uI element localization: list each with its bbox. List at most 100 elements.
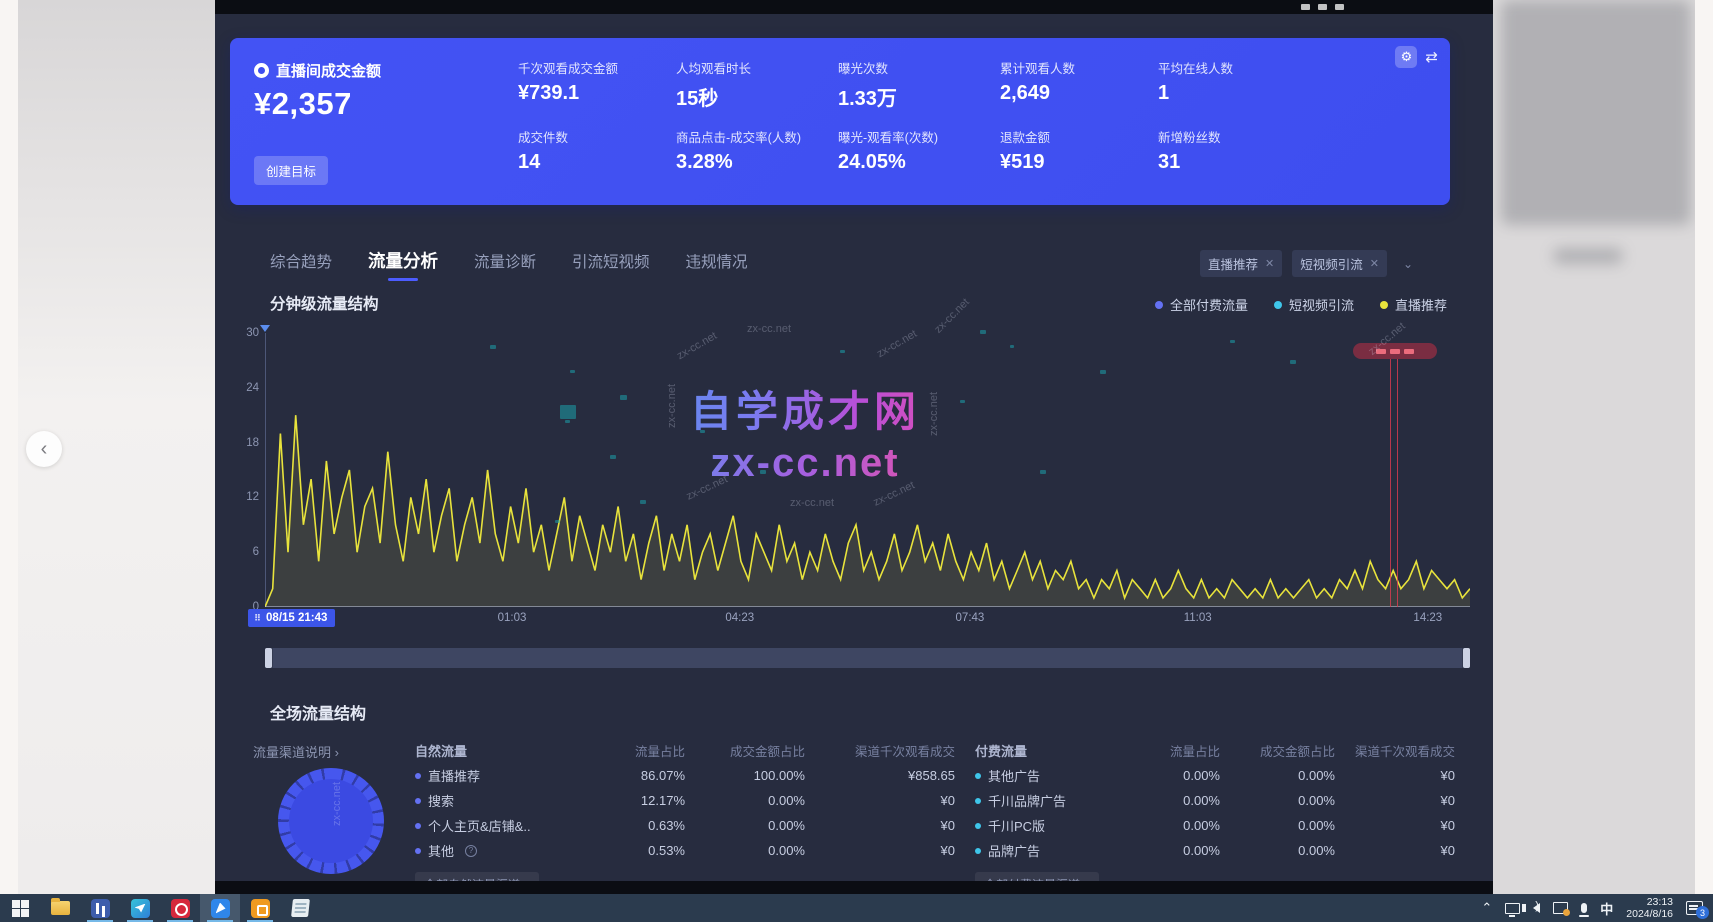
channel-label: 千川PC版 [975,816,1125,835]
table-row: 其他?0.53%0.00%¥0 [415,838,955,863]
swap-icon[interactable]: ⇄ [1425,48,1438,66]
tab-流量分析[interactable]: 流量分析 [368,248,438,281]
chip-remove-icon[interactable]: ✕ [1370,257,1379,270]
traffic-column-header: 流量占比 [590,741,685,760]
tab-违规情况[interactable]: 违规情况 [686,250,748,280]
kpi-metric-value: 24.05% [838,151,1000,174]
app-orange-icon [251,899,270,918]
kpi-banner: 直播间成交金额 ¥2,357 创建目标 千次观看成交金额¥739.1人均观看时长… [230,38,1450,205]
minute-chart-title: 分钟级流量结构 [270,292,379,314]
channel-value: 0.00% [1220,818,1335,833]
ime-indicator[interactable]: 中 [1600,899,1613,918]
channel-label: 品牌广告 [975,841,1125,860]
page-right-band [1493,0,1695,894]
taskbar-notepad[interactable] [280,894,320,922]
tab-引流短视频[interactable]: 引流短视频 [572,250,650,280]
channel-value: 0.00% [1220,768,1335,783]
chip-remove-icon[interactable]: ✕ [1265,257,1274,270]
microphone-icon[interactable] [1581,903,1587,913]
table-row: 品牌广告0.00%0.00%¥0 [975,838,1455,863]
legend-item[interactable]: 直播推荐 [1380,295,1447,314]
back-arrow-button[interactable]: ‹ [26,431,62,467]
taskbar-app-2[interactable] [120,894,160,922]
traffic-column-header: 流量占比 [1125,741,1220,760]
legend-dot-icon [1155,301,1163,309]
tray-expand-icon[interactable]: ⌃ [1481,900,1492,916]
traffic-line-chart [265,333,1470,607]
legend-item[interactable]: 全部付费流量 [1155,295,1248,314]
slider-handle-right[interactable] [1463,648,1470,668]
kpi-metric-label: 曝光-观看率(次数) [838,127,1000,146]
notification-center-icon[interactable]: 3 [1686,901,1703,915]
taskbar-app-1[interactable] [80,894,120,922]
create-goal-button[interactable]: 创建目标 [254,156,328,185]
channel-value: ¥0 [1335,843,1455,858]
speaker-icon[interactable] [1533,903,1540,913]
channel-dot-icon [975,823,981,829]
channel-name: 千川品牌广告 [988,791,1066,810]
minute-traffic-chart [265,333,1470,607]
kpi-metric: 千次观看成交金额¥739.1 [518,58,676,111]
kpi-metric-value: 15秒 [676,82,838,111]
channel-dot-icon [415,823,421,829]
legend-dot-icon [1274,301,1282,309]
channel-filter-chips: 直播推荐 ✕ 短视频引流 ✕ ⌄ [1200,250,1419,277]
stream-end-marker-line [1390,359,1391,607]
channel-value: 12.17% [590,793,685,808]
notification-badge: 3 [1696,906,1709,919]
x-tick-label: 11:03 [1184,612,1212,624]
slider-handle-left[interactable] [265,648,272,668]
topbar-mini-icon [1335,4,1344,10]
kpi-metric-value: 14 [518,151,676,174]
taskbar-file-explorer[interactable] [40,894,80,922]
x-axis-line [265,606,1470,607]
traffic-group-title: 自然流量 [415,741,590,760]
paid-traffic-table: 付费流量流量占比成交金额占比渠道千次观看成交其他广告0.00%0.00%¥0千川… [975,738,1455,894]
channel-name: 千川PC版 [988,816,1045,835]
help-icon[interactable]: ? [465,845,477,857]
taskbar-app-4-active[interactable] [200,894,240,922]
channel-note-link[interactable]: 流量渠道说明 › [253,742,339,761]
x-tick-start-handle[interactable]: ⠿08/15 21:43 [248,609,335,627]
table-row: 千川品牌广告0.00%0.00%¥0 [975,788,1455,813]
slider-selected-range[interactable] [273,648,1462,668]
start-button[interactable] [0,894,40,922]
topbar-mini-icon [1318,4,1327,10]
kpi-metric: 累计观看人数2,649 [1000,58,1158,111]
channel-name: 品牌广告 [988,841,1040,860]
kpi-metric-label: 千次观看成交金额 [518,58,676,77]
chip-label: 直播推荐 [1208,254,1258,273]
channel-name: 搜索 [428,791,454,810]
channel-label: 个人主页&店铺&.. [415,816,590,835]
channel-value: ¥0 [805,843,955,858]
x-tick-label: 14:23 [1413,612,1442,624]
filter-chip[interactable]: 直播推荐 ✕ [1200,250,1282,277]
taskbar-clock[interactable]: 23:13 2024/8/16 [1626,896,1673,920]
kpi-metric: 曝光-观看率(次数) 24.05% [838,127,1000,174]
kpi-metric-label: 成交件数 [518,127,676,146]
kpi-metrics-grid: 千次观看成交金额¥739.1人均观看时长15秒曝光次数1.33万累计观看人数2,… [518,58,1320,174]
network-icon[interactable] [1505,903,1520,914]
chips-dropdown-icon[interactable]: ⌄ [1397,255,1419,273]
video-top-bar [215,0,1493,14]
filter-chip[interactable]: 短视频引流 ✕ [1292,250,1387,277]
taskbar-app-3[interactable] [160,894,200,922]
chip-label: 短视频引流 [1300,254,1363,273]
page-edge-right [1695,0,1713,894]
tab-综合趋势[interactable]: 综合趋势 [270,250,332,280]
gear-icon[interactable]: ⚙ [1395,46,1417,68]
legend-item[interactable]: 短视频引流 [1274,295,1354,314]
traffic-column-header: 渠道千次观看成交 [1335,741,1455,760]
y-tick-label: 6 [229,546,259,558]
traffic-table-header: 自然流量流量占比成交金额占比渠道千次观看成交 [415,738,955,763]
y-tick-label: 24 [229,382,259,394]
taskbar-app-5[interactable] [240,894,280,922]
kpi-metric: 成交件数 14 [518,127,676,174]
channel-value: ¥0 [1335,818,1455,833]
channel-label: 直播推荐 [415,766,590,785]
capture-icon[interactable] [1553,902,1568,914]
traffic-structure-title: 全场流量结构 [270,700,366,724]
table-row: 个人主页&店铺&..0.63%0.00%¥0 [415,813,955,838]
chart-range-slider[interactable] [265,648,1470,668]
tab-流量诊断[interactable]: 流量诊断 [474,250,536,280]
